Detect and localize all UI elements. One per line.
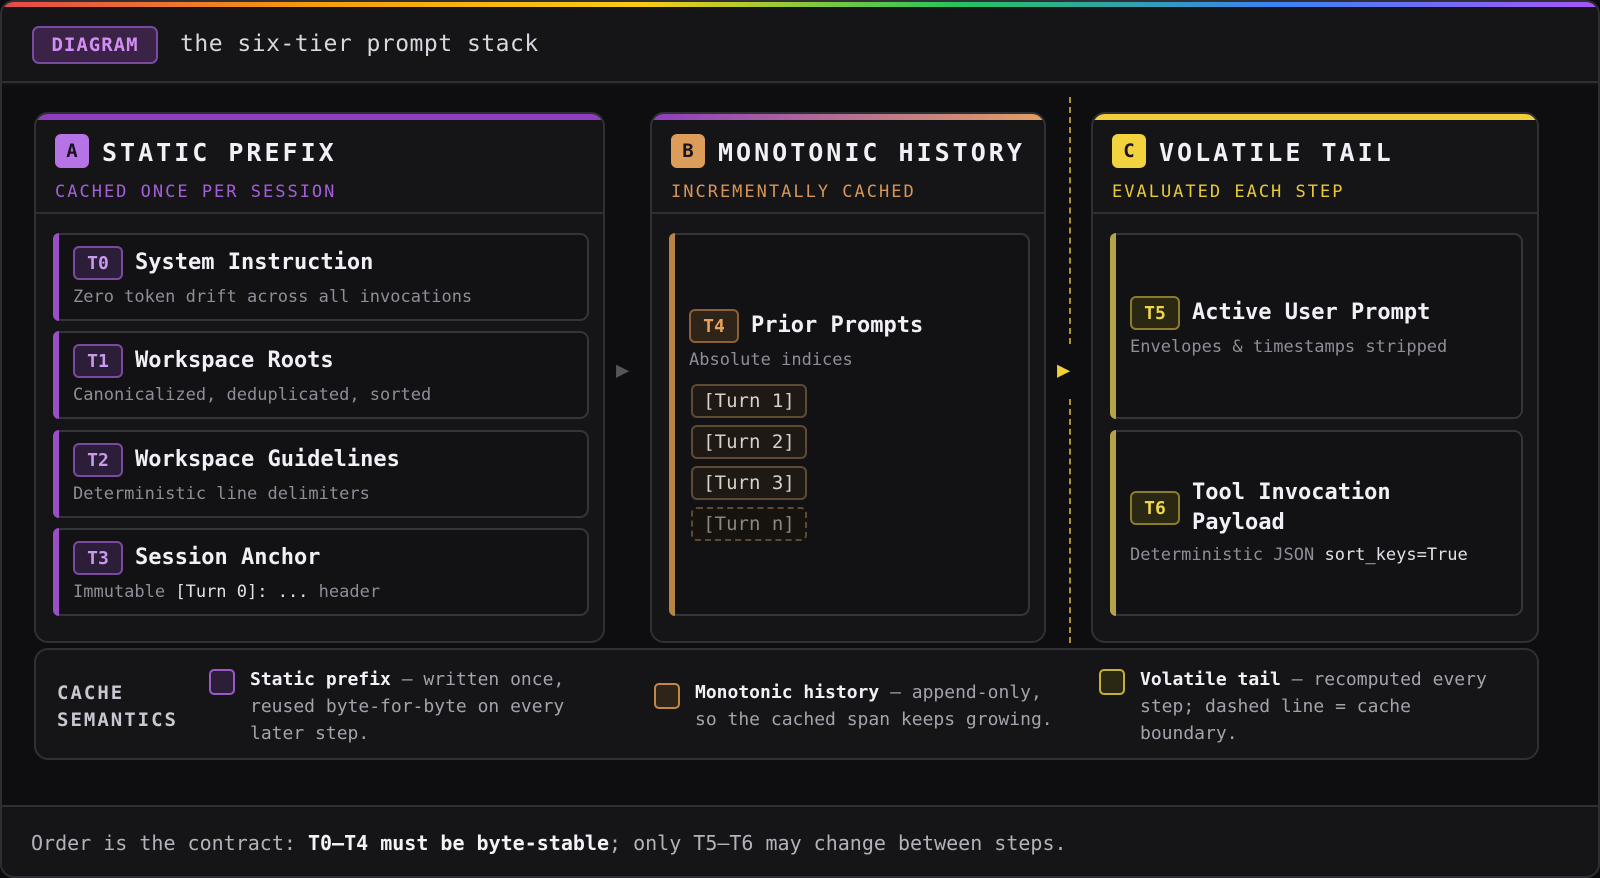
header: DIAGRAM the six-tier prompt stack xyxy=(2,7,1598,83)
card-accent xyxy=(53,528,59,616)
tier-badge: T1 xyxy=(73,344,123,378)
flow-arrow-right-icon: ▶ xyxy=(1057,358,1071,383)
tier-title: Prior Prompts xyxy=(751,313,924,338)
diagram-body: A STATIC PREFIX CACHED ONCE PER SESSION … xyxy=(2,85,1598,805)
tier-description: Deterministic JSON sort_keys=True xyxy=(1130,545,1468,565)
tier-title: Active User Prompt xyxy=(1192,300,1431,325)
tier-card-t2: T2 Workspace Guidelines Deterministic li… xyxy=(53,430,589,518)
footer-text: Order is the contract: T0–T4 must be byt… xyxy=(31,831,1067,855)
tier-card-t1: T1 Workspace Roots Canonicalized, dedupl… xyxy=(53,331,589,419)
tier-title: Workspace Roots xyxy=(135,348,334,373)
card-accent xyxy=(53,233,59,321)
cache-boundary-line xyxy=(1069,97,1071,344)
diagram-title: the six-tier prompt stack xyxy=(180,31,539,57)
panel-header: C VOLATILE TAIL EVALUATED EACH STEP xyxy=(1093,120,1537,214)
tier-title: Workspace Guidelines xyxy=(135,447,400,472)
tier-description: Canonicalized, deduplicated, sorted xyxy=(73,385,432,405)
tier-description: Deterministic line delimiters xyxy=(73,484,370,504)
panel-header: B MONOTONIC HISTORY INCREMENTALLY CACHED xyxy=(652,120,1044,214)
panel-subtitle: INCREMENTALLY CACHED xyxy=(671,182,916,202)
card-accent xyxy=(53,331,59,419)
panel-header: A STATIC PREFIX CACHED ONCE PER SESSION xyxy=(36,120,603,214)
turn-chip-placeholder: [Turn n] xyxy=(691,507,807,541)
panel-title: STATIC PREFIX xyxy=(102,138,337,167)
card-accent xyxy=(1110,233,1116,419)
tier-title: Session Anchor xyxy=(135,545,321,570)
tier-title: Tool Invocation Payload xyxy=(1192,480,1391,535)
tier-description: Zero token drift across all invocations xyxy=(73,287,473,307)
tier-card-t3: T3 Session Anchor Immutable [Turn 0]: ..… xyxy=(53,528,589,616)
panel-static-prefix: A STATIC PREFIX CACHED ONCE PER SESSION … xyxy=(34,112,605,643)
tier-card-t4: T4 Prior Prompts Absolute indices [Turn … xyxy=(669,233,1030,616)
legend-swatch-yellow xyxy=(1099,669,1125,695)
panel-subtitle: EVALUATED EACH STEP xyxy=(1112,182,1345,202)
legend-item-static: Static prefix — written once, reused byte… xyxy=(250,669,565,744)
tier-badge: T5 xyxy=(1130,296,1180,330)
panel-volatile-tail: C VOLATILE TAIL EVALUATED EACH STEP T5 A… xyxy=(1091,112,1539,643)
turn-chip: [Turn 1] xyxy=(691,384,807,418)
tier-badge: T6 xyxy=(1130,491,1180,525)
diagram-frame: DIAGRAM the six-tier prompt stack A STAT… xyxy=(0,0,1600,878)
tier-description: Envelopes & timestamps stripped xyxy=(1130,337,1448,357)
legend-swatch-orange xyxy=(654,683,680,709)
legend-item-monotonic: Monotonic history — append-only, so the c… xyxy=(695,682,1053,730)
cache-boundary-line xyxy=(1069,399,1071,643)
tier-card-t6: T6 Tool Invocation Payload Deterministic … xyxy=(1110,430,1523,616)
flow-arrow-right-icon: ▶ xyxy=(616,358,630,383)
legend-item-volatile: Volatile tail — recomputed every step; da… xyxy=(1140,669,1487,744)
panel-letter-badge: B xyxy=(671,134,705,168)
panel-letter-badge: C xyxy=(1112,134,1146,168)
tier-description: Immutable [Turn 0]: ... header xyxy=(73,582,381,602)
turn-chip: [Turn 3] xyxy=(691,466,807,500)
tier-badge: T4 xyxy=(689,309,739,343)
cache-semantics-legend: CACHE SEMANTICS Static prefix — written o… xyxy=(34,648,1539,760)
diagram-tag: DIAGRAM xyxy=(32,26,158,64)
legend-title: CACHE SEMANTICS xyxy=(57,682,178,731)
card-accent xyxy=(669,233,675,616)
tier-description: Absolute indices xyxy=(689,350,853,370)
panel-title: VOLATILE TAIL xyxy=(1159,138,1394,167)
card-accent xyxy=(53,430,59,518)
card-accent xyxy=(1110,430,1116,616)
tier-badge: T3 xyxy=(73,541,123,575)
turn-chip: [Turn 2] xyxy=(691,425,807,459)
panel-letter-badge: A xyxy=(55,134,89,168)
panel-subtitle: CACHED ONCE PER SESSION xyxy=(55,182,337,202)
footer-note: Order is the contract: T0–T4 must be byt… xyxy=(2,805,1598,876)
panel-title: MONOTONIC HISTORY xyxy=(718,138,1025,167)
tier-card-t5: T5 Active User Prompt Envelopes & timest… xyxy=(1110,233,1523,419)
tier-badge: T0 xyxy=(73,246,123,280)
tier-card-t0: T0 System Instruction Zero token drift a… xyxy=(53,233,589,321)
panel-monotonic-history: B MONOTONIC HISTORY INCREMENTALLY CACHED… xyxy=(650,112,1046,643)
tier-title: System Instruction xyxy=(135,250,374,275)
tier-badge: T2 xyxy=(73,443,123,477)
legend-swatch-purple xyxy=(209,669,235,695)
